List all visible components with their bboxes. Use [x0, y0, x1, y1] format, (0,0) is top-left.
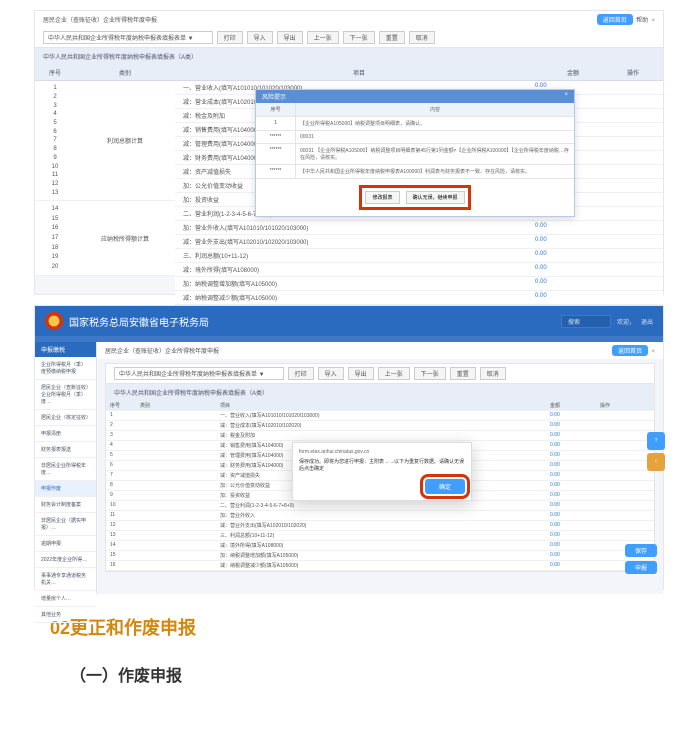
modal-button-group-highlight: 修改报表 确认无误，继续申报	[359, 185, 470, 210]
sidebar-item[interactable]: 事事通专享通道税务机关…	[35, 568, 96, 591]
modal-message: 保存成功。即将为您进行申报：主附表→→以下为重复行数据。请确认无误后点击确定	[299, 459, 465, 473]
ss1-toolbar: 中华人民共和国企业所得税年度纳税申报表填报表单 ▼ 打印 导入 导出 上一张 下…	[35, 28, 663, 48]
inner-page-title: 居民企业（查账征收）企业所得税年度申报	[105, 346, 219, 355]
page-title: 居民企业（查账征收）企业所得税年度申报	[43, 15, 157, 24]
modal-close-icon[interactable]: ×	[564, 92, 568, 101]
table-row: 减：营业外支出(填写A102010/102020/103000)0.00	[175, 235, 663, 249]
floating-chips: ? !	[647, 432, 665, 471]
form-select-dropdown[interactable]: 中华人民共和国企业所得税年度纳税申报表填报表单 ▼	[43, 31, 213, 44]
sidebar-item[interactable]: 申报清册	[35, 426, 96, 442]
reset-button[interactable]: 重置	[379, 31, 405, 44]
confirm-continue-button[interactable]: 确认无误，继续申报	[406, 191, 465, 204]
table-row: 16减：纳税调整减少额(填写A105000)0.00	[106, 561, 654, 571]
close-icon-2[interactable]: ×	[651, 349, 655, 355]
table-row: 1一、营业收入(填写A101010/101020/103000)0.00	[106, 411, 654, 421]
table-row: 15加：纳税调整增加额(填写A105000)0.00	[106, 551, 654, 561]
save-button[interactable]: 保存	[625, 544, 657, 557]
screenshot-1: 居民企业（查账征收）企业所得税年度申报 返回首页 帮助 × 中华人民共和国企业所…	[34, 10, 664, 295]
table-row: 减：纳税调整减少额(填写A105000)0.00	[175, 291, 663, 305]
sidebar-item[interactable]: 财务会计制度备案	[35, 497, 96, 513]
table-row: 加：营业外收入(填写A101010/101020/103000)0.00	[175, 221, 663, 235]
modify-report-button[interactable]: 修改报表	[365, 191, 399, 204]
chip-help-icon[interactable]: ?	[647, 432, 665, 450]
modal-col-msg: 内容	[296, 103, 574, 116]
sidebar: 申报缴税 企业所得税月（季）度预缴纳税申报居民企业（查账征收）企业所得税月（季）…	[35, 342, 97, 594]
sidebar-item[interactable]: 2022年度企业所得…	[35, 552, 96, 568]
confirm-modal: form.etax.anhui.chinatax.gov.cn 保存成功。即将为…	[292, 442, 472, 501]
table-row: 3减：税金及附加0.00	[106, 431, 654, 441]
welcome-label: 欢迎，	[617, 317, 635, 326]
print-button[interactable]: 打印	[217, 31, 243, 44]
section-heading: 02更正和作废申报	[50, 614, 678, 640]
col-item: 项目	[175, 65, 543, 80]
sidebar-item[interactable]: 申报作废	[35, 481, 96, 497]
back-home-button[interactable]: 返回首页	[597, 14, 633, 25]
table-header-row: 序号 类别 项目 金额 操作	[35, 65, 663, 81]
sidebar-item[interactable]: 企业所得税月（季）度预缴纳税申报	[35, 357, 96, 380]
modal-domain-label: form.etax.anhui.chinatax.gov.cn	[299, 449, 465, 455]
site-title: 国家税务总局安徽省电子税务局	[69, 314, 209, 329]
screenshot-2: 国家税务总局安徽省电子税务局 搜索 欢迎， 退出 申报缴税 企业所得税月（季）度…	[34, 305, 664, 590]
ok-button[interactable]: 确定	[425, 479, 465, 494]
ss1-topbar: 居民企业（查账征收）企业所得税年度申报 返回首页 帮助 ×	[35, 11, 663, 28]
document-body: 居民企业（查账征收）企业所得税年度申报 返回首页 帮助 × 中华人民共和国企业所…	[0, 0, 698, 732]
table-row: 11加：营业外收入0.00	[106, 511, 654, 521]
site-header: 国家税务总局安徽省电子税务局 搜索 欢迎， 退出	[35, 306, 663, 336]
sidebar-item[interactable]: 逾期申报	[35, 536, 96, 552]
table-row: 2减：营业成本(填写A102010/102020)0.00	[106, 421, 654, 431]
cancel-button[interactable]: 取消	[409, 31, 435, 44]
category-group-1: 利润总额计算	[75, 81, 175, 200]
sidebar-item[interactable]: 居民企业（核定征收）	[35, 410, 96, 426]
form-select-dropdown-2[interactable]: 中华人民共和国企业所得税年度纳税申报表填报表单 ▼	[114, 367, 284, 380]
sidebar-title: 申报缴税	[35, 342, 96, 357]
sidebar-item[interactable]: 非居民企业所得税年度…	[35, 458, 96, 481]
prev-button[interactable]: 上一张	[307, 31, 339, 44]
sidebar-item[interactable]: 居民企业（查账征收）企业所得税月（季）度…	[35, 380, 96, 410]
sidebar-item[interactable]: 财务报表报送	[35, 442, 96, 458]
table-row: 14减：境外所得(填写A108000)0.00	[106, 541, 654, 551]
sidebar-item[interactable]: 其他业务	[35, 607, 96, 623]
table-row: 三、利润总额(10+11-12)0.00	[175, 249, 663, 263]
import-button[interactable]: 导入	[247, 31, 273, 44]
search-input[interactable]: 搜索	[561, 315, 611, 328]
category-group-2: 应纳税所得额计算	[75, 201, 175, 275]
modal-title: 风险提示	[262, 92, 286, 101]
table-row: 减：境外所得(填写A108000)0.00	[175, 263, 663, 277]
table-row: 10二、营业利润(1-2-3-4-5-6-7+8+9)0.00	[106, 501, 654, 511]
chip-warn-icon[interactable]: !	[647, 453, 665, 471]
table-row: 12减：营业外支出(填写A102010/102020)0.00	[106, 521, 654, 531]
table-row: 加：纳税调整增加额(填写A105000)0.00	[175, 277, 663, 291]
col-category: 类别	[75, 65, 175, 80]
close-icon[interactable]: ×	[651, 18, 655, 24]
help-label[interactable]: 帮助	[636, 18, 648, 24]
next-button[interactable]: 下一张	[343, 31, 375, 44]
col-amount: 金额	[543, 65, 603, 80]
table-row: 13三、利润总额(10+11-12)0.00	[106, 531, 654, 541]
sidebar-item[interactable]: 增量房个人…	[35, 591, 96, 607]
emblem-icon	[45, 312, 63, 330]
col-seq: 序号	[35, 65, 75, 80]
modal-col-seq: 序号	[256, 103, 296, 116]
subsection-heading: （一）作废申报	[70, 662, 678, 686]
col-op: 操作	[603, 65, 663, 80]
export-button[interactable]: 导出	[277, 31, 303, 44]
logout-link[interactable]: 退出	[641, 317, 653, 326]
sidebar-item[interactable]: 非居民企业（据实申报）…	[35, 513, 96, 536]
back-home-button-2[interactable]: 返回首页	[612, 345, 648, 356]
panel-title: 中华人民共和国企业所得税年度纳税申报表填报表（A类）	[35, 48, 663, 65]
risk-modal: 风险提示 × 序号 内容 1 【企业所得税A105000】纳税调整项目明细表，请…	[255, 89, 575, 217]
submit-button[interactable]: 申报	[625, 561, 657, 574]
